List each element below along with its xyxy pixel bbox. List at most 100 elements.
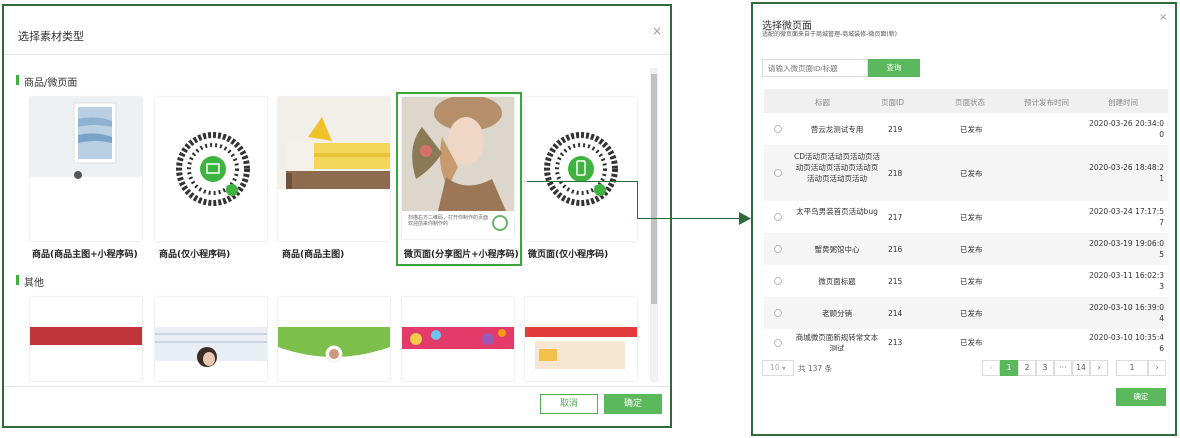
row-radio[interactable] (774, 213, 782, 221)
table-row[interactable]: CD活动页活动页活动页活动页活动页活动页活动页活动页活动页活动 218 已发布 … (764, 145, 1168, 201)
search-input[interactable] (762, 59, 868, 77)
connector-line (527, 181, 638, 182)
row-title: 商城微页面新规转常文本测试 (795, 333, 879, 351)
scrollbar-thumb[interactable] (651, 74, 657, 304)
column-header-title: 标题 (815, 98, 830, 107)
material-card[interactable] (525, 297, 637, 381)
column-header-created: 创建时间 (1108, 98, 1138, 107)
row-title: 太平鸟男装首页活动bug (796, 207, 878, 216)
next-page-button[interactable]: › (1090, 360, 1108, 376)
dialog-title: 选择素材类型 (18, 30, 84, 43)
confirm-button[interactable]: 确定 (604, 394, 662, 414)
page-button-14[interactable]: 14 (1072, 360, 1090, 376)
page-jump-next-button[interactable]: › (1148, 360, 1166, 376)
row-id: 216 (888, 245, 903, 254)
card-caption: 扫描右方二维码，打开你制作的页面 欢迎前来你制作的 (408, 215, 489, 227)
material-card[interactable] (278, 97, 390, 241)
page-button-3[interactable]: 3 (1036, 360, 1054, 376)
column-header-scheduled: 预计发布时间 (1024, 98, 1069, 107)
close-icon[interactable]: × (1159, 12, 1167, 23)
material-card[interactable] (155, 97, 267, 241)
row-id: 215 (888, 277, 903, 286)
row-created: 2020-03-26 18:48:21 (1089, 163, 1164, 183)
row-status: 已发布 (960, 338, 983, 347)
cancel-button[interactable]: 取消 (540, 394, 598, 414)
row-created: 2020-03-24 17:17:57 (1089, 207, 1164, 227)
portrait-image-icon (155, 327, 267, 367)
row-radio[interactable] (774, 309, 782, 317)
row-status: 已发布 (960, 277, 983, 286)
arrow-head-icon (739, 212, 751, 225)
material-card[interactable] (30, 297, 142, 381)
row-id: 214 (888, 309, 903, 318)
page-ellipsis[interactable]: ··· (1054, 360, 1072, 376)
page-size-select[interactable]: 10 ▼ (762, 360, 794, 376)
row-radio[interactable] (774, 169, 782, 177)
row-title: 老顾分销 (822, 309, 852, 318)
section-title-product-page: 商品/微页面 (16, 74, 77, 89)
row-status: 已发布 (960, 245, 983, 254)
page-jump-input[interactable]: 1 (1116, 360, 1148, 376)
material-card[interactable] (278, 297, 390, 381)
banner-image-icon (30, 327, 142, 345)
material-card[interactable] (402, 297, 514, 381)
row-created: 2020-03-26 20:34:00 (1089, 119, 1164, 139)
material-card-selected[interactable]: 扫描右方二维码，打开你制作的页面 欢迎前来你制作的 (402, 97, 514, 239)
material-card[interactable] (155, 297, 267, 381)
row-created: 2020-03-19 19:06:05 (1089, 239, 1164, 259)
product-image-icon (278, 97, 390, 189)
row-created: 2020-03-11 16:02:33 (1089, 271, 1164, 291)
row-radio[interactable] (774, 339, 782, 347)
row-radio[interactable] (774, 245, 782, 253)
table-row[interactable]: 商城微页面新规转常文本测试 213 已发布 2020-03-10 10:35:4… (764, 329, 1168, 351)
row-title: 营云龙测试专用 (810, 125, 864, 134)
table-row[interactable]: 老顾分销 214 已发布 2020-03-10 16:39:04 (764, 297, 1168, 329)
row-status: 已发布 (960, 125, 983, 134)
table-row[interactable]: 微页面标题 215 已发布 2020-03-11 16:02:33 (764, 265, 1168, 297)
row-radio[interactable] (774, 277, 782, 285)
page-size-value: 10 (770, 363, 780, 372)
table-row[interactable]: 蟹黄粥馆中心 216 已发布 2020-03-19 19:06:05 (764, 233, 1168, 265)
row-id: 218 (888, 169, 903, 178)
close-icon[interactable]: × (652, 24, 662, 38)
connector-line (637, 218, 741, 219)
connector-line (637, 181, 638, 219)
avatar-banner-icon (278, 327, 390, 363)
row-id: 213 (888, 338, 903, 347)
row-status: 已发布 (960, 309, 983, 318)
colorful-poster-icon (402, 327, 514, 349)
prev-page-button[interactable]: ‹ (982, 360, 1000, 376)
row-id: 219 (888, 125, 903, 134)
row-radio[interactable] (774, 125, 782, 133)
material-type-dialog: 选择素材类型 × 商品/微页面 商品(商品主图+小程序码) 商品(仅小程序码) (2, 4, 672, 428)
product-image-icon (30, 97, 142, 179)
page-button-2[interactable]: 2 (1018, 360, 1036, 376)
table-row[interactable]: 营云龙测试专用 219 已发布 2020-03-26 20:34:00 (764, 113, 1168, 145)
total-count: 共 137 条 (798, 364, 833, 373)
dialog-subtitle: 适配的微页面来自于商城管理-商城装修-微页面(新) (762, 31, 898, 38)
column-header-id: 页面ID (881, 98, 904, 107)
row-status: 已发布 (960, 213, 983, 222)
table-row[interactable]: 太平鸟男装首页活动bug 217 已发布 2020-03-24 17:17:57 (764, 201, 1168, 233)
row-created: 2020-03-10 10:35:46 (1089, 333, 1164, 351)
row-id: 217 (888, 213, 903, 222)
divider (4, 386, 670, 387)
search-button[interactable]: 查询 (868, 59, 920, 77)
qrcode-icon (544, 132, 618, 206)
section-title-other: 其他 (16, 274, 44, 289)
row-created: 2020-03-10 16:39:04 (1089, 303, 1164, 323)
card-label: 商品(商品主图+小程序码) (32, 250, 138, 260)
row-status: 已发布 (960, 169, 983, 178)
divider (4, 54, 670, 55)
material-card[interactable] (525, 97, 637, 241)
card-label: 微页面(分享图片+小程序码) (404, 250, 519, 260)
card-label: 微页面(仅小程序码) (528, 250, 609, 260)
page-button-1[interactable]: 1 (1000, 360, 1018, 376)
card-label: 商品(仅小程序码) (159, 250, 231, 260)
row-title: 蟹黄粥馆中心 (814, 245, 860, 254)
column-header-status: 页面状态 (955, 98, 985, 107)
confirm-button[interactable]: 确定 (1116, 388, 1166, 406)
material-card[interactable] (30, 97, 142, 241)
promo-poster-icon (525, 327, 637, 369)
row-title: 微页面标题 (818, 277, 856, 286)
